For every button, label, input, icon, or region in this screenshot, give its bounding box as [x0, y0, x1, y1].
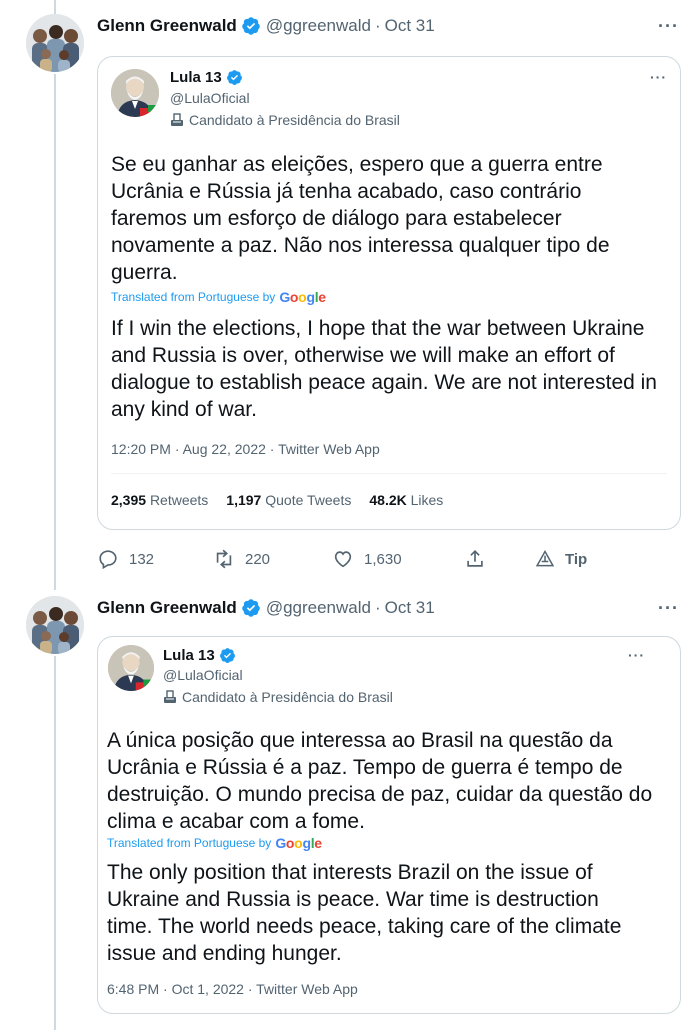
portrait-icon — [111, 69, 159, 117]
separator: · — [374, 16, 381, 35]
reply-count: 132 — [129, 550, 155, 568]
retweets-stat[interactable]: 2,395 Retweets — [111, 492, 208, 508]
tweet-date[interactable]: Oct 31 — [385, 16, 435, 36]
reply-button[interactable]: 132 — [97, 548, 154, 570]
translated-label: Translated from Portuguese by — [107, 836, 272, 850]
verified-badge-icon — [219, 647, 236, 664]
quoted-author-avatar[interactable] — [111, 69, 159, 117]
quoted-author-name[interactable]: Lula 13 — [170, 69, 243, 86]
group-photo-icon — [26, 14, 84, 72]
candidate-label-text: Candidato à Presidência do Brasil — [182, 689, 393, 705]
more-options-icon[interactable]: ··· — [658, 16, 679, 37]
ballot-box-icon — [170, 113, 184, 127]
tweet-meta[interactable]: 12:20 PM · Aug 22, 2022 · Twitter Web Ap… — [111, 441, 380, 457]
retweet-button[interactable]: 220 — [213, 548, 270, 570]
retweet-count: 220 — [245, 550, 271, 568]
quote-tweets-stat[interactable]: 1,197 Quote Tweets — [226, 492, 351, 508]
tweet-date[interactable]: Oct 31 — [385, 598, 435, 618]
author-handle[interactable]: @ggreenwald — [266, 598, 371, 618]
translation-attribution[interactable]: Translated from Portuguese by Google — [107, 835, 322, 851]
avatar[interactable] — [26, 14, 84, 72]
candidate-label: Candidato à Presidência do Brasil — [170, 112, 400, 128]
quoted-author-name[interactable]: Lula 13 — [163, 647, 236, 664]
share-icon — [467, 550, 483, 567]
author-handle[interactable]: @ggreenwald — [266, 16, 371, 36]
author-name[interactable]: Glenn Greenwald — [97, 16, 237, 36]
candidate-label: Candidato à Presidência do Brasil — [163, 689, 393, 705]
thread-line — [54, 74, 56, 590]
original-text: Se eu ganhar as eleições, espero que a g… — [111, 153, 610, 284]
like-button[interactable]: 1,630 — [332, 548, 402, 570]
tweet-header: Glenn Greenwald @ggreenwald · Oct 31 — [97, 598, 435, 618]
quoted-tweet[interactable]: Lula 13 @LulaOficial Candidato à Presidê… — [97, 56, 681, 530]
tip-label: Tip — [565, 550, 588, 568]
separator: · — [374, 598, 381, 617]
more-options-icon[interactable]: ··· — [658, 598, 679, 619]
google-logo: Google — [275, 835, 322, 851]
original-text: A única posição que interessa ao Brasil … — [107, 729, 653, 833]
quoted-tweet[interactable]: Lula 13 @LulaOficial Candidato à Presidê… — [97, 636, 681, 1014]
tweet-header: Glenn Greenwald @ggreenwald · Oct 31 — [97, 16, 435, 36]
tip-icon — [535, 549, 555, 567]
translated-text: The only position that interests Brazil … — [107, 861, 622, 965]
quoted-name-text: Lula 13 — [163, 647, 215, 664]
divider — [111, 473, 667, 474]
quoted-author-handle[interactable]: @LulaOficial — [163, 667, 243, 683]
verified-badge-icon — [241, 16, 261, 36]
retweet-icon — [216, 549, 232, 569]
author-name[interactable]: Glenn Greenwald — [97, 598, 237, 618]
reply-icon — [99, 550, 117, 570]
heart-icon — [334, 551, 352, 568]
candidate-label-text: Candidato à Presidência do Brasil — [189, 112, 400, 128]
translated-text: If I win the elections, I hope that the … — [111, 317, 657, 421]
quoted-more-icon[interactable]: ··· — [650, 69, 667, 85]
engagement-stats: 2,395 Retweets 1,197 Quote Tweets 48.2K … — [111, 492, 443, 508]
group-photo-icon — [26, 596, 84, 654]
quoted-name-text: Lula 13 — [170, 69, 222, 86]
avatar[interactable] — [26, 596, 84, 654]
share-button[interactable] — [464, 548, 496, 570]
google-logo: Google — [279, 289, 326, 305]
likes-stat[interactable]: 48.2K Likes — [369, 492, 443, 508]
portrait-icon — [108, 645, 154, 691]
translated-label: Translated from Portuguese by — [111, 290, 276, 304]
verified-badge-icon — [241, 598, 261, 618]
verified-badge-icon — [226, 69, 243, 86]
quoted-more-icon[interactable]: ··· — [628, 647, 645, 663]
quoted-author-avatar[interactable] — [108, 645, 154, 691]
tip-button[interactable]: Tip — [535, 549, 587, 569]
ballot-box-icon — [163, 690, 177, 704]
action-bar: 132 220 1,630 Tip — [97, 547, 617, 571]
like-count: 1,630 — [364, 550, 402, 568]
thread-line — [54, 656, 56, 1030]
thread-line — [54, 0, 56, 14]
translation-attribution[interactable]: Translated from Portuguese by Google — [111, 289, 326, 305]
quoted-author-handle[interactable]: @LulaOficial — [170, 90, 250, 106]
tweet-meta[interactable]: 6:48 PM · Oct 1, 2022 · Twitter Web App — [107, 981, 358, 997]
